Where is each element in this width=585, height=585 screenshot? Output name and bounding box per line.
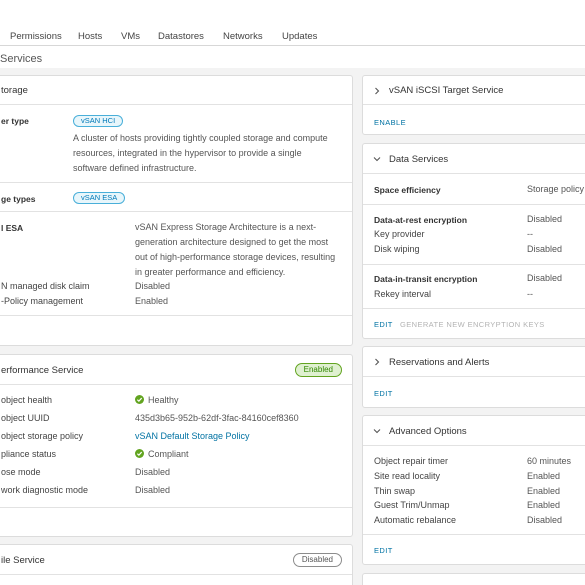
data-at-rest-value: Disabled xyxy=(527,214,563,224)
esa-description: vSAN Express Storage Architecture is a n… xyxy=(135,222,336,277)
chevron-down-icon[interactable] xyxy=(372,154,382,164)
object-health-text: Healthy xyxy=(148,395,179,405)
next-card xyxy=(362,573,585,585)
iscsi-card-header[interactable]: vSAN iSCSI Target Service xyxy=(363,76,585,105)
guest-trim-label: Guest Trim/Unmap xyxy=(374,500,450,510)
check-circle-icon xyxy=(135,395,144,404)
data-in-transit-label: Data-in-transit encryption xyxy=(374,274,478,284)
chevron-down-icon[interactable] xyxy=(372,426,382,436)
chevron-right-icon[interactable] xyxy=(372,357,382,367)
reservations-card: Reservations and Alerts EDIT xyxy=(362,346,585,408)
disk-claim-label: N managed disk claim xyxy=(1,281,90,291)
compliance-status-text: Compliant xyxy=(148,449,189,459)
cluster-type-pill: vSAN HCI xyxy=(73,115,124,127)
check-circle-icon xyxy=(135,449,144,458)
data-in-transit-value: Disabled xyxy=(527,273,563,283)
space-efficiency-value: Storage policy xyxy=(527,184,585,194)
status-badge: Disabled xyxy=(292,553,342,567)
iscsi-enable-link[interactable]: ENABLE xyxy=(374,118,406,127)
divider xyxy=(363,308,585,309)
iscsi-card-title: vSAN iSCSI Target Service xyxy=(389,85,504,96)
policy-mgmt-label: -Policy management xyxy=(1,296,84,306)
storage-card-header: torage xyxy=(0,76,352,105)
object-health-label: object health xyxy=(1,395,53,405)
advanced-options-card-title: Advanced Options xyxy=(389,426,467,437)
auto-rebalance-label: Automatic rebalance xyxy=(374,515,457,525)
object-health-value: Healthy xyxy=(135,395,179,405)
key-provider-value: -- xyxy=(527,229,533,239)
data-services-card-header[interactable]: Data Services xyxy=(363,144,585,174)
site-read-locality-value: Enabled xyxy=(527,471,561,481)
chevron-right-icon[interactable] xyxy=(372,86,382,96)
file-service-card-header: ile Service Disabled xyxy=(0,545,352,575)
cluster-type-label: er type xyxy=(1,116,29,126)
reservations-card-title: Reservations and Alerts xyxy=(389,357,490,368)
generate-keys-link[interactable]: GENERATE NEW ENCRYPTION KEYS xyxy=(400,320,545,329)
rekey-interval-label: Rekey interval xyxy=(374,289,432,299)
data-services-edit-link[interactable]: EDIT xyxy=(374,320,393,329)
disk-wiping-label: Disk wiping xyxy=(374,244,420,254)
tab-networks[interactable]: Networks xyxy=(223,31,263,42)
tab-permissions[interactable]: Permissions xyxy=(10,31,62,42)
auto-rebalance-value: Disabled xyxy=(527,515,563,525)
data-services-card-title: Data Services xyxy=(389,154,449,165)
storage-card-title: torage xyxy=(1,85,28,96)
cluster-type-description: A cluster of hosts providing tightly cou… xyxy=(73,133,328,173)
site-read-locality-label: Site read locality xyxy=(374,471,441,481)
advanced-options-edit-link[interactable]: EDIT xyxy=(374,546,393,555)
divider xyxy=(0,182,352,183)
policy-mgmt-value: Enabled xyxy=(135,296,169,306)
tab-updates[interactable]: Updates xyxy=(282,31,317,42)
disk-claim-value: Disabled xyxy=(135,281,171,291)
verbose-mode-value: Disabled xyxy=(135,467,171,477)
repair-timer-value: 60 minutes xyxy=(527,456,572,466)
thin-swap-value: Enabled xyxy=(527,486,561,496)
performance-service-card: erformance Service Enabled object health… xyxy=(0,354,353,537)
reservations-edit-link[interactable]: EDIT xyxy=(374,389,393,398)
storage-types-label: ge types xyxy=(1,194,36,204)
tab-bar: Permissions Hosts VMs Datastores Network… xyxy=(0,0,585,46)
file-service-card-title: ile Service xyxy=(1,555,45,566)
storage-policy-label: object storage policy xyxy=(1,431,84,441)
tab-vms[interactable]: VMs xyxy=(121,31,140,42)
network-diagnostic-label: work diagnostic mode xyxy=(1,485,89,495)
file-service-card: ile Service Disabled xyxy=(0,544,353,585)
object-uuid-label: object UUID xyxy=(1,413,50,423)
performance-card-header: erformance Service Enabled xyxy=(0,355,352,385)
divider xyxy=(0,315,352,316)
divider xyxy=(363,534,585,535)
storage-types-pill: vSAN ESA xyxy=(73,192,126,204)
page-title: Services xyxy=(0,53,43,65)
status-badge: Enabled xyxy=(294,363,342,377)
divider xyxy=(363,264,585,265)
tab-hosts[interactable]: Hosts xyxy=(78,31,102,42)
space-efficiency-label: Space efficiency xyxy=(374,185,441,195)
storage-card: torage er type vSAN HCI A cluster of hos… xyxy=(0,75,353,346)
key-provider-label: Key provider xyxy=(374,229,425,239)
advanced-options-card-header[interactable]: Advanced Options xyxy=(363,416,585,446)
storage-policy-link[interactable]: vSAN Default Storage Policy xyxy=(135,431,250,441)
esa-label: l ESA xyxy=(1,223,24,233)
iscsi-target-card: vSAN iSCSI Target Service ENABLE xyxy=(362,75,585,135)
divider xyxy=(0,507,352,508)
guest-trim-value: Enabled xyxy=(527,500,561,510)
network-diagnostic-value: Disabled xyxy=(135,485,171,495)
data-at-rest-label: Data-at-rest encryption xyxy=(374,215,468,225)
divider xyxy=(363,204,585,205)
repair-timer-label: Object repair timer xyxy=(374,456,449,466)
disk-wiping-value: Disabled xyxy=(527,244,563,254)
performance-card-title: erformance Service xyxy=(1,365,84,376)
reservations-card-header[interactable]: Reservations and Alerts xyxy=(363,347,585,377)
thin-swap-label: Thin swap xyxy=(374,486,416,496)
compliance-status-value: Compliant xyxy=(135,449,189,459)
verbose-mode-label: ose mode xyxy=(1,467,41,477)
object-uuid-value: 435d3b65-952b-62df-3fac-84160cef8360 xyxy=(135,413,299,423)
rekey-interval-value: -- xyxy=(527,289,533,299)
data-services-card: Data Services Space efficiency Storage p… xyxy=(362,143,585,339)
divider xyxy=(0,211,352,212)
compliance-status-label: pliance status xyxy=(1,449,57,459)
tab-datastores[interactable]: Datastores xyxy=(158,31,204,42)
advanced-options-card: Advanced Options Object repair timer 60 … xyxy=(362,415,585,565)
